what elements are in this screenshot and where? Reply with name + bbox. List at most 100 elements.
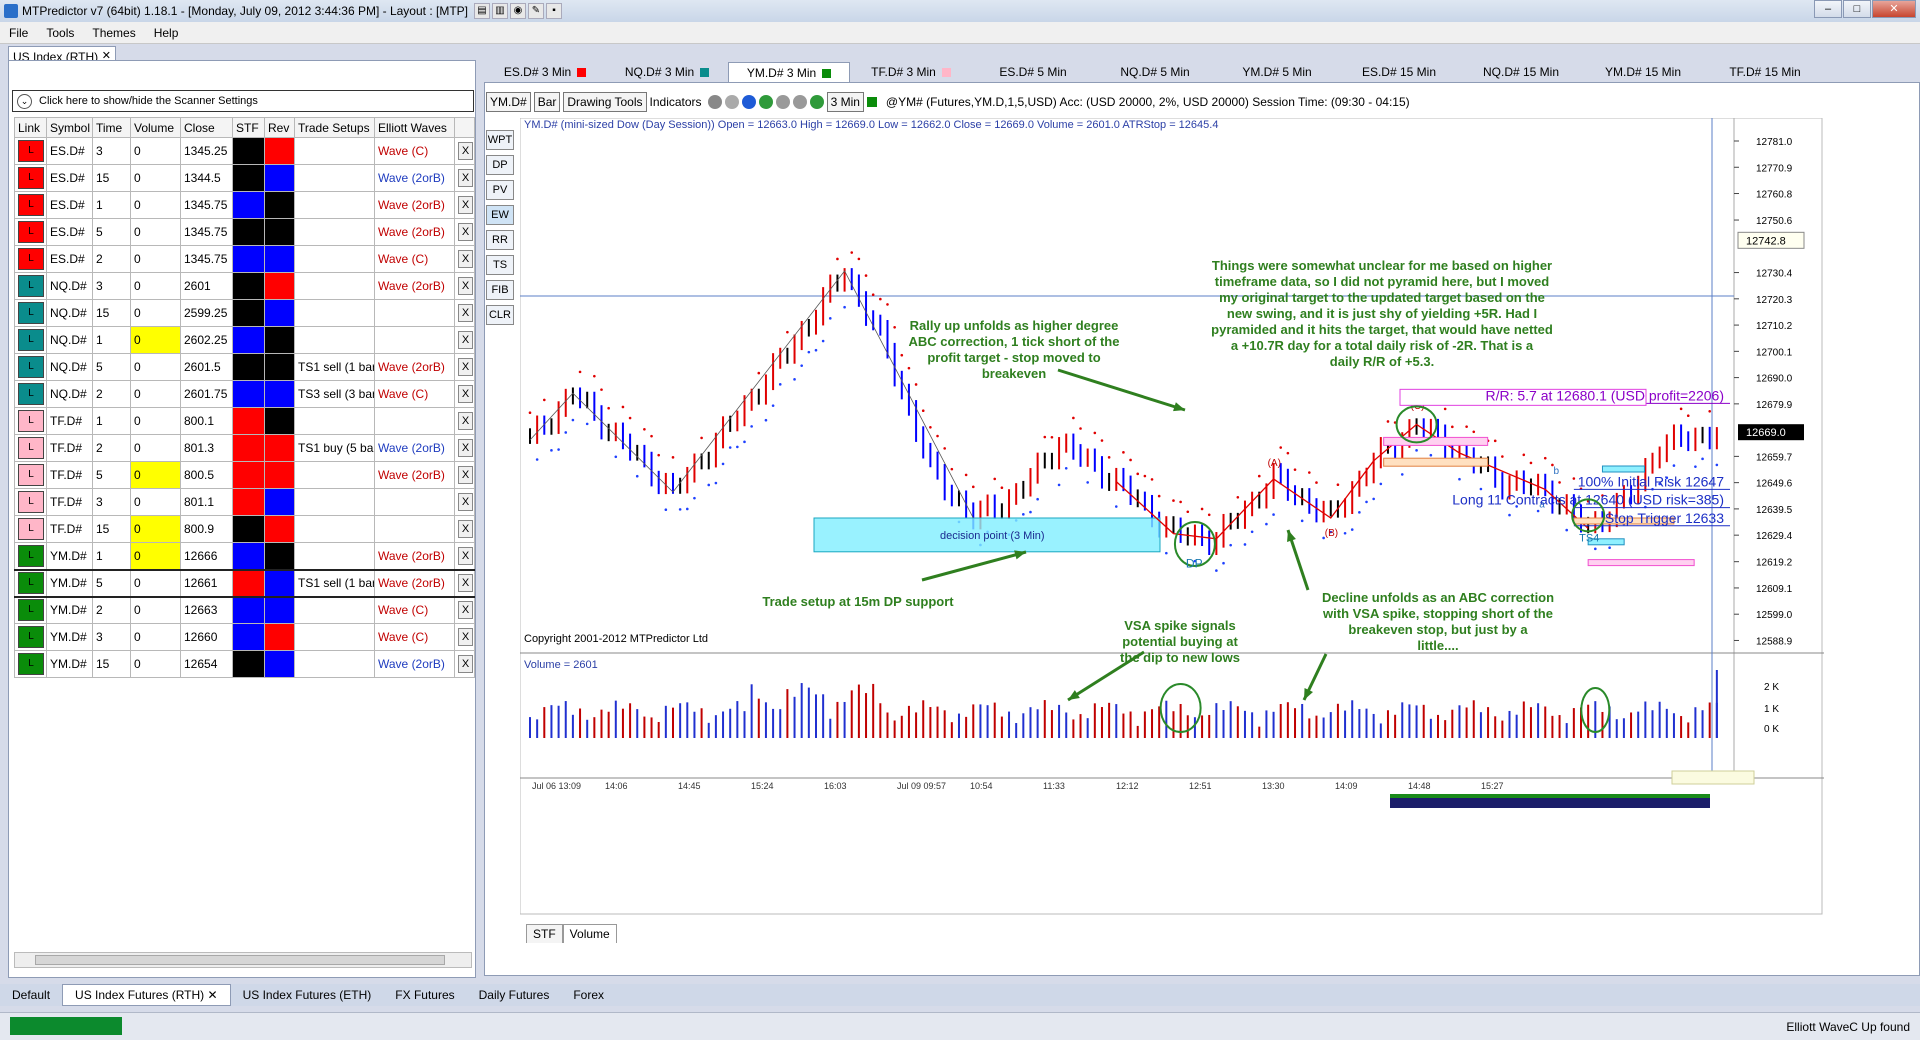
remove-row-button[interactable]: X	[458, 277, 473, 295]
link-button[interactable]: L	[18, 572, 44, 594]
link-button[interactable]: L	[18, 518, 44, 540]
remove-row-button[interactable]: X	[458, 628, 473, 646]
scanner-settings-toggle[interactable]: ⌄ Click here to show/hide the Scanner Se…	[12, 90, 474, 112]
remove-row-button[interactable]: X	[458, 250, 473, 268]
table-row[interactable]: L TF.D# 2 0 801.3 TS1 buy (5 bar Wave (2orB) X	[14, 434, 475, 462]
link-cell[interactable]: L	[14, 568, 47, 598]
remove-row-button[interactable]: X	[458, 412, 473, 430]
close-button[interactable]: ✕	[1872, 0, 1916, 18]
remove-row-button[interactable]: X	[458, 601, 473, 620]
menu-tools[interactable]: Tools	[37, 26, 83, 40]
remove-row-button[interactable]: X	[458, 439, 473, 457]
link-button[interactable]: L	[18, 329, 44, 351]
link-cell[interactable]: L	[14, 434, 47, 462]
table-row[interactable]: L NQ.D# 2 0 2601.75 TS3 sell (3 bar Wave (C) X	[14, 380, 475, 408]
chart-tab[interactable]: NQ.D# 3 Min	[606, 62, 728, 82]
remove-row-button[interactable]: X	[458, 493, 473, 511]
side-tool-pv[interactable]: PV	[486, 180, 514, 200]
link-button[interactable]: L	[18, 437, 44, 459]
layout-tab[interactable]: US Index Futures (ETH)	[231, 985, 384, 1005]
chart-tab[interactable]: TF.D# 15 Min	[1704, 62, 1826, 82]
remove-row-button[interactable]: X	[458, 546, 473, 565]
layout-tab[interactable]: Default	[0, 985, 62, 1005]
table-row[interactable]: L ES.D# 5 0 1345.75 Wave (2orB) X	[14, 218, 475, 246]
info-icon[interactable]	[741, 95, 756, 109]
symbol-button[interactable]: YM.D#	[486, 92, 531, 112]
table-row[interactable]: L YM.D# 2 0 12663 Wave (C) X	[14, 596, 475, 624]
side-tool-ew[interactable]: EW	[486, 205, 514, 225]
maximize-button[interactable]: □	[1843, 0, 1871, 18]
side-tool-fib[interactable]: FIB	[486, 280, 514, 300]
chart-tab[interactable]: YM.D# 15 Min	[1582, 62, 1704, 82]
pencil-icon[interactable]: ✎	[527, 3, 544, 19]
link-button[interactable]: L	[18, 491, 44, 513]
scrollbar-thumb[interactable]	[35, 955, 445, 965]
side-tool-ts[interactable]: TS	[486, 255, 514, 275]
close-tab-icon[interactable]: ✕	[204, 988, 218, 1002]
link-button[interactable]: L	[18, 194, 44, 216]
remove-row-button[interactable]: X	[458, 331, 473, 349]
table-row[interactable]: L ES.D# 1 0 1345.75 Wave (2orB) X	[14, 191, 475, 219]
layout-tab[interactable]: FX Futures	[383, 985, 466, 1005]
link-cell[interactable]: L	[14, 515, 47, 543]
link-button[interactable]: L	[18, 544, 44, 567]
eye-icon[interactable]: ◉	[509, 3, 526, 19]
link-button[interactable]: L	[18, 275, 44, 297]
chart-tab[interactable]: ES.D# 5 Min	[972, 62, 1094, 82]
side-tool-dp[interactable]: DP	[486, 155, 514, 175]
table-row[interactable]: L ES.D# 3 0 1345.25 Wave (C) X	[14, 137, 475, 165]
chart-tab[interactable]: NQ.D# 15 Min	[1460, 62, 1582, 82]
remove-row-button[interactable]: X	[458, 142, 473, 160]
open-icon[interactable]: ▤	[473, 3, 490, 19]
remove-row-button[interactable]: X	[458, 358, 473, 376]
link-button[interactable]: L	[18, 167, 44, 189]
link-cell[interactable]: L	[14, 326, 47, 354]
chart-tab[interactable]: NQ.D# 5 Min	[1094, 62, 1216, 82]
chart-tab[interactable]: YM.D# 5 Min	[1216, 62, 1338, 82]
link-cell[interactable]: L	[14, 596, 47, 624]
drawing-tools-button[interactable]: Drawing Tools	[563, 92, 647, 112]
price-chart[interactable]: YM.D# (mini-sized Dow (Day Session)) Ope…	[520, 118, 1824, 916]
remove-row-button[interactable]: X	[458, 196, 473, 214]
column-header[interactable]: Elliott Waves	[374, 117, 455, 138]
link-cell[interactable]: L	[14, 164, 47, 192]
table-row[interactable]: L NQ.D# 3 0 2601 Wave (2orB) X	[14, 272, 475, 300]
link-button[interactable]: L	[18, 248, 44, 270]
column-header[interactable]: Time	[92, 117, 131, 138]
scroll-icon[interactable]	[809, 95, 824, 109]
link-button[interactable]: L	[18, 356, 44, 378]
table-row[interactable]: L TF.D# 3 0 801.1 X	[14, 488, 475, 516]
link-cell[interactable]: L	[14, 407, 47, 435]
chart-tab[interactable]: TF.D# 3 Min	[850, 62, 972, 82]
link-cell[interactable]: L	[14, 542, 47, 570]
remove-row-button[interactable]: X	[458, 223, 473, 241]
zoom-out-icon[interactable]	[792, 95, 807, 109]
link-button[interactable]: L	[18, 653, 44, 675]
column-header[interactable]: Close	[180, 117, 233, 138]
bar-button[interactable]: Bar	[533, 92, 561, 112]
chart-tab[interactable]: ES.D# 15 Min	[1338, 62, 1460, 82]
side-tool-rr[interactable]: RR	[486, 230, 514, 250]
save-icon[interactable]: ▪	[545, 3, 562, 19]
minimize-button[interactable]: –	[1814, 0, 1842, 18]
link-cell[interactable]: L	[14, 353, 47, 381]
zoom-in-icon[interactable]	[775, 95, 790, 109]
link-button[interactable]: L	[18, 599, 44, 622]
link-cell[interactable]: L	[14, 461, 47, 489]
link-cell[interactable]: L	[14, 650, 47, 678]
menu-file[interactable]: File	[0, 26, 37, 40]
chart-tab[interactable]: ES.D# 3 Min	[484, 62, 606, 82]
table-row[interactable]: L ES.D# 15 0 1344.5 Wave (2orB) X	[14, 164, 475, 192]
remove-row-button[interactable]: X	[458, 385, 473, 403]
table-row[interactable]: L NQ.D# 1 0 2602.25 X	[14, 326, 475, 354]
remove-row-button[interactable]: X	[458, 304, 473, 322]
column-header[interactable]: STF	[232, 117, 265, 138]
link-button[interactable]: L	[18, 464, 44, 486]
remove-row-button[interactable]: X	[458, 169, 473, 187]
link-button[interactable]: L	[18, 410, 44, 432]
layout-tab[interactable]: US Index Futures (RTH) ✕	[62, 984, 231, 1006]
refresh-icon[interactable]	[758, 95, 773, 109]
interval-button[interactable]: 3 Min	[826, 92, 864, 112]
link-cell[interactable]: L	[14, 137, 47, 165]
table-row[interactable]: L YM.D# 5 0 12661 TS1 sell (1 bar Wave (2orB) X	[14, 568, 475, 598]
